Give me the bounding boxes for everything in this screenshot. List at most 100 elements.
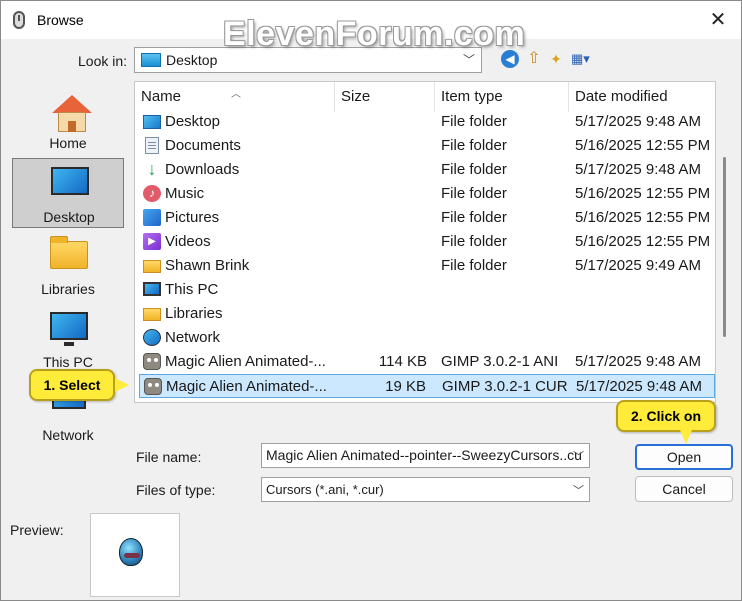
watermark: ElevenForum.com bbox=[223, 15, 526, 53]
cancel-button[interactable]: Cancel bbox=[635, 476, 733, 502]
list-item[interactable]: Shawn Brink File folder 5/17/2025 9:49 A… bbox=[139, 254, 715, 278]
column-header-name[interactable]: Name ︿ bbox=[135, 82, 335, 112]
up-folder-icon[interactable]: ⇧ bbox=[525, 50, 543, 68]
column-label: Size bbox=[341, 88, 371, 105]
list-item[interactable]: Libraries bbox=[139, 302, 715, 326]
callout-click-open: 2. Click on bbox=[616, 400, 716, 444]
item-type: File folder bbox=[441, 161, 507, 178]
list-item[interactable]: Desktop File folder 5/17/2025 9:48 AM bbox=[139, 110, 715, 134]
list-item[interactable]: ↓ Downloads File folder 5/17/2025 9:48 A… bbox=[139, 158, 715, 182]
place-desktop[interactable]: Desktop bbox=[12, 158, 124, 228]
item-name: Shawn Brink bbox=[165, 257, 250, 274]
network-icon bbox=[143, 329, 161, 346]
item-name: Music bbox=[165, 185, 205, 202]
pictures-icon bbox=[143, 209, 161, 226]
item-type: File folder bbox=[441, 233, 507, 250]
browse-dialog: Browse ✕ ElevenForum.com Look in: Deskto… bbox=[0, 0, 742, 601]
vertical-scrollbar[interactable] bbox=[720, 81, 730, 403]
item-type: GIMP 3.0.2-1 ANI bbox=[441, 353, 559, 370]
scrollbar-thumb[interactable] bbox=[723, 157, 726, 337]
item-type: GIMP 3.0.2-1 CUR bbox=[442, 378, 568, 395]
column-label: Date modified bbox=[575, 88, 668, 105]
this-pc-icon bbox=[50, 312, 88, 340]
gimp-file-icon bbox=[143, 353, 161, 370]
item-date: 5/17/2025 9:48 AM bbox=[575, 161, 701, 178]
list-item[interactable]: Magic Alien Animated-... 114 KB GIMP 3.0… bbox=[139, 350, 715, 374]
list-item-selected[interactable]: Magic Alien Animated-... 19 KB GIMP 3.0.… bbox=[139, 374, 715, 398]
item-date: 5/17/2025 9:48 AM bbox=[576, 378, 702, 395]
place-libraries[interactable]: Libraries bbox=[12, 231, 124, 301]
column-header-size[interactable]: Size bbox=[335, 82, 435, 112]
preview-label: Preview: bbox=[10, 522, 64, 538]
column-label: Item type bbox=[441, 88, 503, 105]
item-date: 5/16/2025 12:55 PM bbox=[575, 185, 711, 202]
item-date: 5/16/2025 12:55 PM bbox=[575, 233, 711, 250]
this-pc-icon bbox=[143, 282, 161, 296]
alien-cursor-icon bbox=[119, 538, 143, 566]
list-item[interactable]: Pictures File folder 5/16/2025 12:55 PM bbox=[139, 206, 715, 230]
desktop-icon bbox=[141, 53, 161, 67]
file-name-field[interactable]: Magic Alien Animated--pointer--SweezyCur… bbox=[261, 443, 590, 468]
mouse-icon bbox=[13, 11, 25, 29]
gimp-file-icon bbox=[144, 378, 162, 395]
item-size: 19 KB bbox=[385, 378, 426, 395]
list-item[interactable]: Documents File folder 5/16/2025 12:55 PM bbox=[139, 134, 715, 158]
open-button[interactable]: Open bbox=[635, 444, 733, 470]
place-this-pc[interactable]: This PC bbox=[12, 304, 124, 374]
item-size: 114 KB bbox=[378, 353, 427, 370]
item-name: Pictures bbox=[165, 209, 220, 226]
item-date: 5/16/2025 12:55 PM bbox=[575, 137, 711, 154]
item-name: Magic Alien Animated-... bbox=[165, 353, 326, 370]
place-label: Desktop bbox=[43, 209, 95, 225]
item-type: File folder bbox=[441, 137, 507, 154]
list-item[interactable]: This PC bbox=[139, 278, 715, 302]
window-title: Browse bbox=[37, 12, 84, 28]
item-name: Network bbox=[165, 329, 221, 346]
item-date: 5/16/2025 12:55 PM bbox=[575, 209, 711, 226]
desktop-icon bbox=[51, 167, 89, 195]
list-item[interactable]: Network bbox=[139, 326, 715, 350]
place-label: Libraries bbox=[41, 281, 95, 297]
files-of-type-dropdown[interactable]: Cursors (*.ani, *.cur) ﹀ bbox=[261, 477, 590, 502]
item-name: Libraries bbox=[165, 305, 223, 322]
files-of-type-label: Files of type: bbox=[136, 482, 216, 498]
file-name-label: File name: bbox=[136, 449, 202, 465]
sort-up-icon: ︿ bbox=[231, 89, 241, 100]
item-name: Magic Alien Animated-... bbox=[166, 378, 327, 395]
libraries-icon bbox=[143, 308, 161, 321]
file-list[interactable]: Name ︿ Size Item type Date modified Desk… bbox=[134, 81, 716, 403]
music-icon: ♪ bbox=[143, 185, 161, 202]
libraries-icon bbox=[50, 236, 88, 269]
chevron-down-icon: ﹀ bbox=[573, 485, 584, 497]
look-in-label: Look in: bbox=[78, 53, 128, 69]
column-header-type[interactable]: Item type bbox=[435, 82, 569, 112]
preview-pane bbox=[90, 513, 180, 597]
item-date: 5/17/2025 9:49 AM bbox=[575, 257, 701, 274]
column-label: Name bbox=[141, 88, 182, 105]
chevron-down-icon[interactable]: ﹀ bbox=[573, 448, 584, 464]
files-of-type-value: Cursors (*.ani, *.cur) bbox=[266, 482, 384, 497]
close-button[interactable]: ✕ bbox=[703, 7, 733, 33]
new-folder-icon[interactable]: ✦ bbox=[547, 50, 565, 68]
list-item[interactable]: ♪ Music File folder 5/16/2025 12:55 PM bbox=[139, 182, 715, 206]
item-name: This PC bbox=[165, 281, 219, 298]
item-name: Downloads bbox=[165, 161, 240, 178]
item-name: Videos bbox=[165, 233, 211, 250]
item-date: 5/17/2025 9:48 AM bbox=[575, 113, 701, 130]
place-home[interactable]: Home bbox=[12, 85, 124, 155]
item-type: File folder bbox=[441, 209, 507, 226]
documents-icon bbox=[145, 137, 159, 154]
list-item[interactable]: ▶ Videos File folder 5/16/2025 12:55 PM bbox=[139, 230, 715, 254]
column-header-date[interactable]: Date modified bbox=[569, 82, 715, 112]
place-label: Home bbox=[49, 135, 87, 151]
folder-icon bbox=[143, 260, 161, 273]
place-label: Network bbox=[42, 427, 94, 443]
videos-icon: ▶ bbox=[143, 233, 161, 250]
item-type: File folder bbox=[441, 185, 507, 202]
place-label: This PC bbox=[43, 354, 93, 370]
view-menu-icon[interactable]: ▦▾ bbox=[571, 50, 599, 68]
desktop-icon bbox=[143, 115, 161, 129]
callout-select: 1. Select bbox=[29, 369, 129, 401]
downloads-icon: ↓ bbox=[147, 159, 157, 179]
item-date: 5/17/2025 9:48 AM bbox=[575, 353, 701, 370]
